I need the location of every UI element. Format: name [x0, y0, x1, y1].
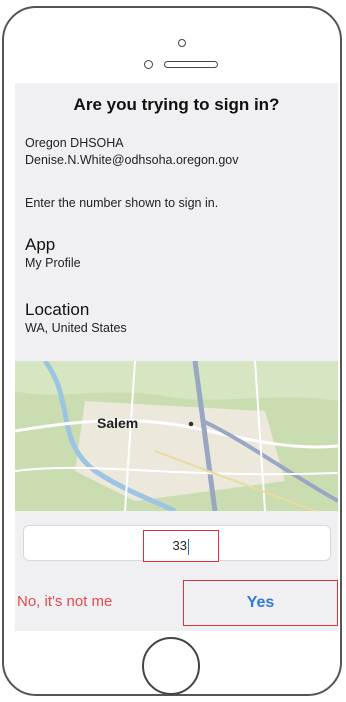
location-value: WA, United States [25, 321, 127, 335]
app-label: App [25, 235, 56, 254]
map-city-label: Salem [97, 415, 139, 431]
page-title: Are you trying to sign in? [73, 95, 280, 114]
deny-button[interactable]: No, it's not me [15, 580, 175, 624]
front-camera-icon [178, 39, 186, 47]
number-input-value: 33 [172, 538, 187, 553]
sign-in-approval-screen: Are you trying to sign in? Oregon DHSOHA… [15, 83, 338, 631]
location-label: Location [25, 300, 90, 319]
sensor-icon [144, 60, 153, 69]
home-button-icon[interactable] [142, 637, 200, 695]
speaker-grille-icon [164, 61, 218, 68]
approve-button[interactable]: Yes [183, 580, 338, 626]
account-email: Denise.N.White@odhsoha.oregon.gov [25, 153, 239, 167]
instruction-text: Enter the number shown to sign in. [25, 196, 219, 210]
organization-name: Oregon DHSOHA [25, 136, 124, 150]
app-value: My Profile [25, 256, 81, 270]
number-input[interactable]: 33 [143, 530, 219, 562]
location-map [15, 361, 338, 511]
phone-frame: Are you trying to sign in? Oregon DHSOHA… [2, 6, 342, 696]
text-cursor [187, 538, 190, 555]
